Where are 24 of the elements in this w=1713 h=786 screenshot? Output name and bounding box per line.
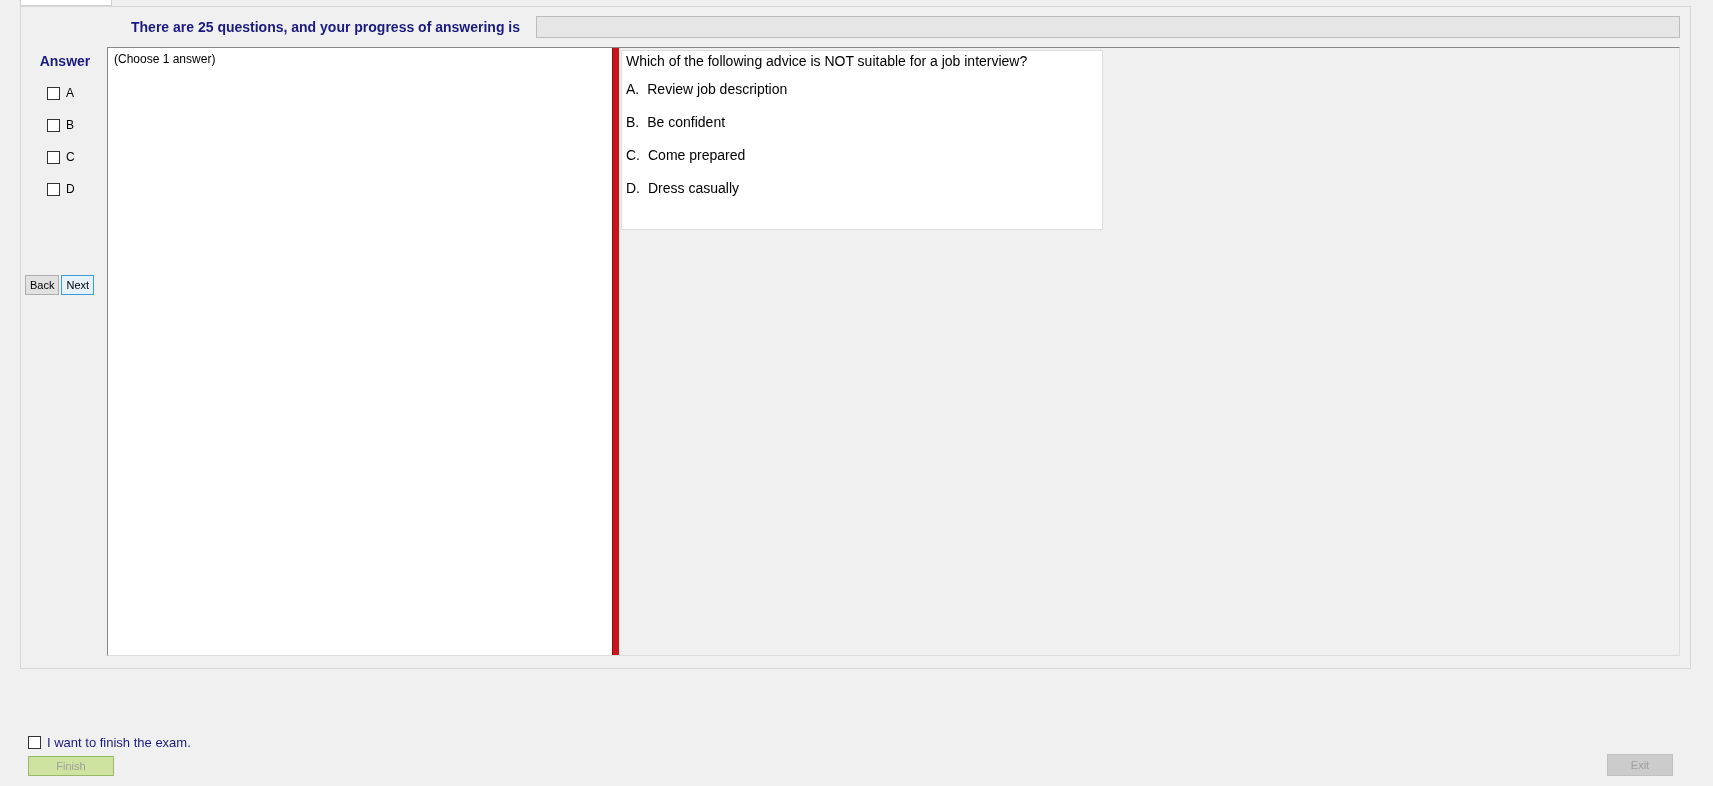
finish-checkbox[interactable] <box>28 736 41 749</box>
back-button[interactable]: Back <box>25 275 60 295</box>
choice-text: Be confident <box>647 114 726 132</box>
choice-letter: B. <box>626 114 640 132</box>
progress-label: There are 25 questions, and your progress of answering is <box>131 19 520 35</box>
answer-checkbox[interactable] <box>47 86 60 100</box>
instruction-text: (Choose 1 answer) <box>114 52 216 66</box>
finish-label: I want to finish the exam. <box>47 735 191 750</box>
choice-letter: A. <box>626 81 640 99</box>
option-label: B <box>66 118 74 132</box>
choice-text: Dress casually <box>648 180 740 198</box>
choice-text: Review job description <box>647 81 788 99</box>
answer-checkbox[interactable] <box>47 182 60 196</box>
answer-title: Answer <box>38 53 92 69</box>
choice-text: Come prepared <box>648 147 746 165</box>
choice-letter: D. <box>626 180 640 198</box>
option-label: C <box>66 150 75 164</box>
option-label: D <box>66 182 75 196</box>
answer-checkbox[interactable] <box>47 150 60 164</box>
choice-letter: C. <box>626 147 640 165</box>
option-label: A <box>66 86 74 100</box>
next-button[interactable]: Next <box>61 275 95 295</box>
answer-checkbox[interactable] <box>47 118 60 132</box>
question-text: Which of the following advice is NOT suitable for a job interview? <box>626 53 1029 69</box>
